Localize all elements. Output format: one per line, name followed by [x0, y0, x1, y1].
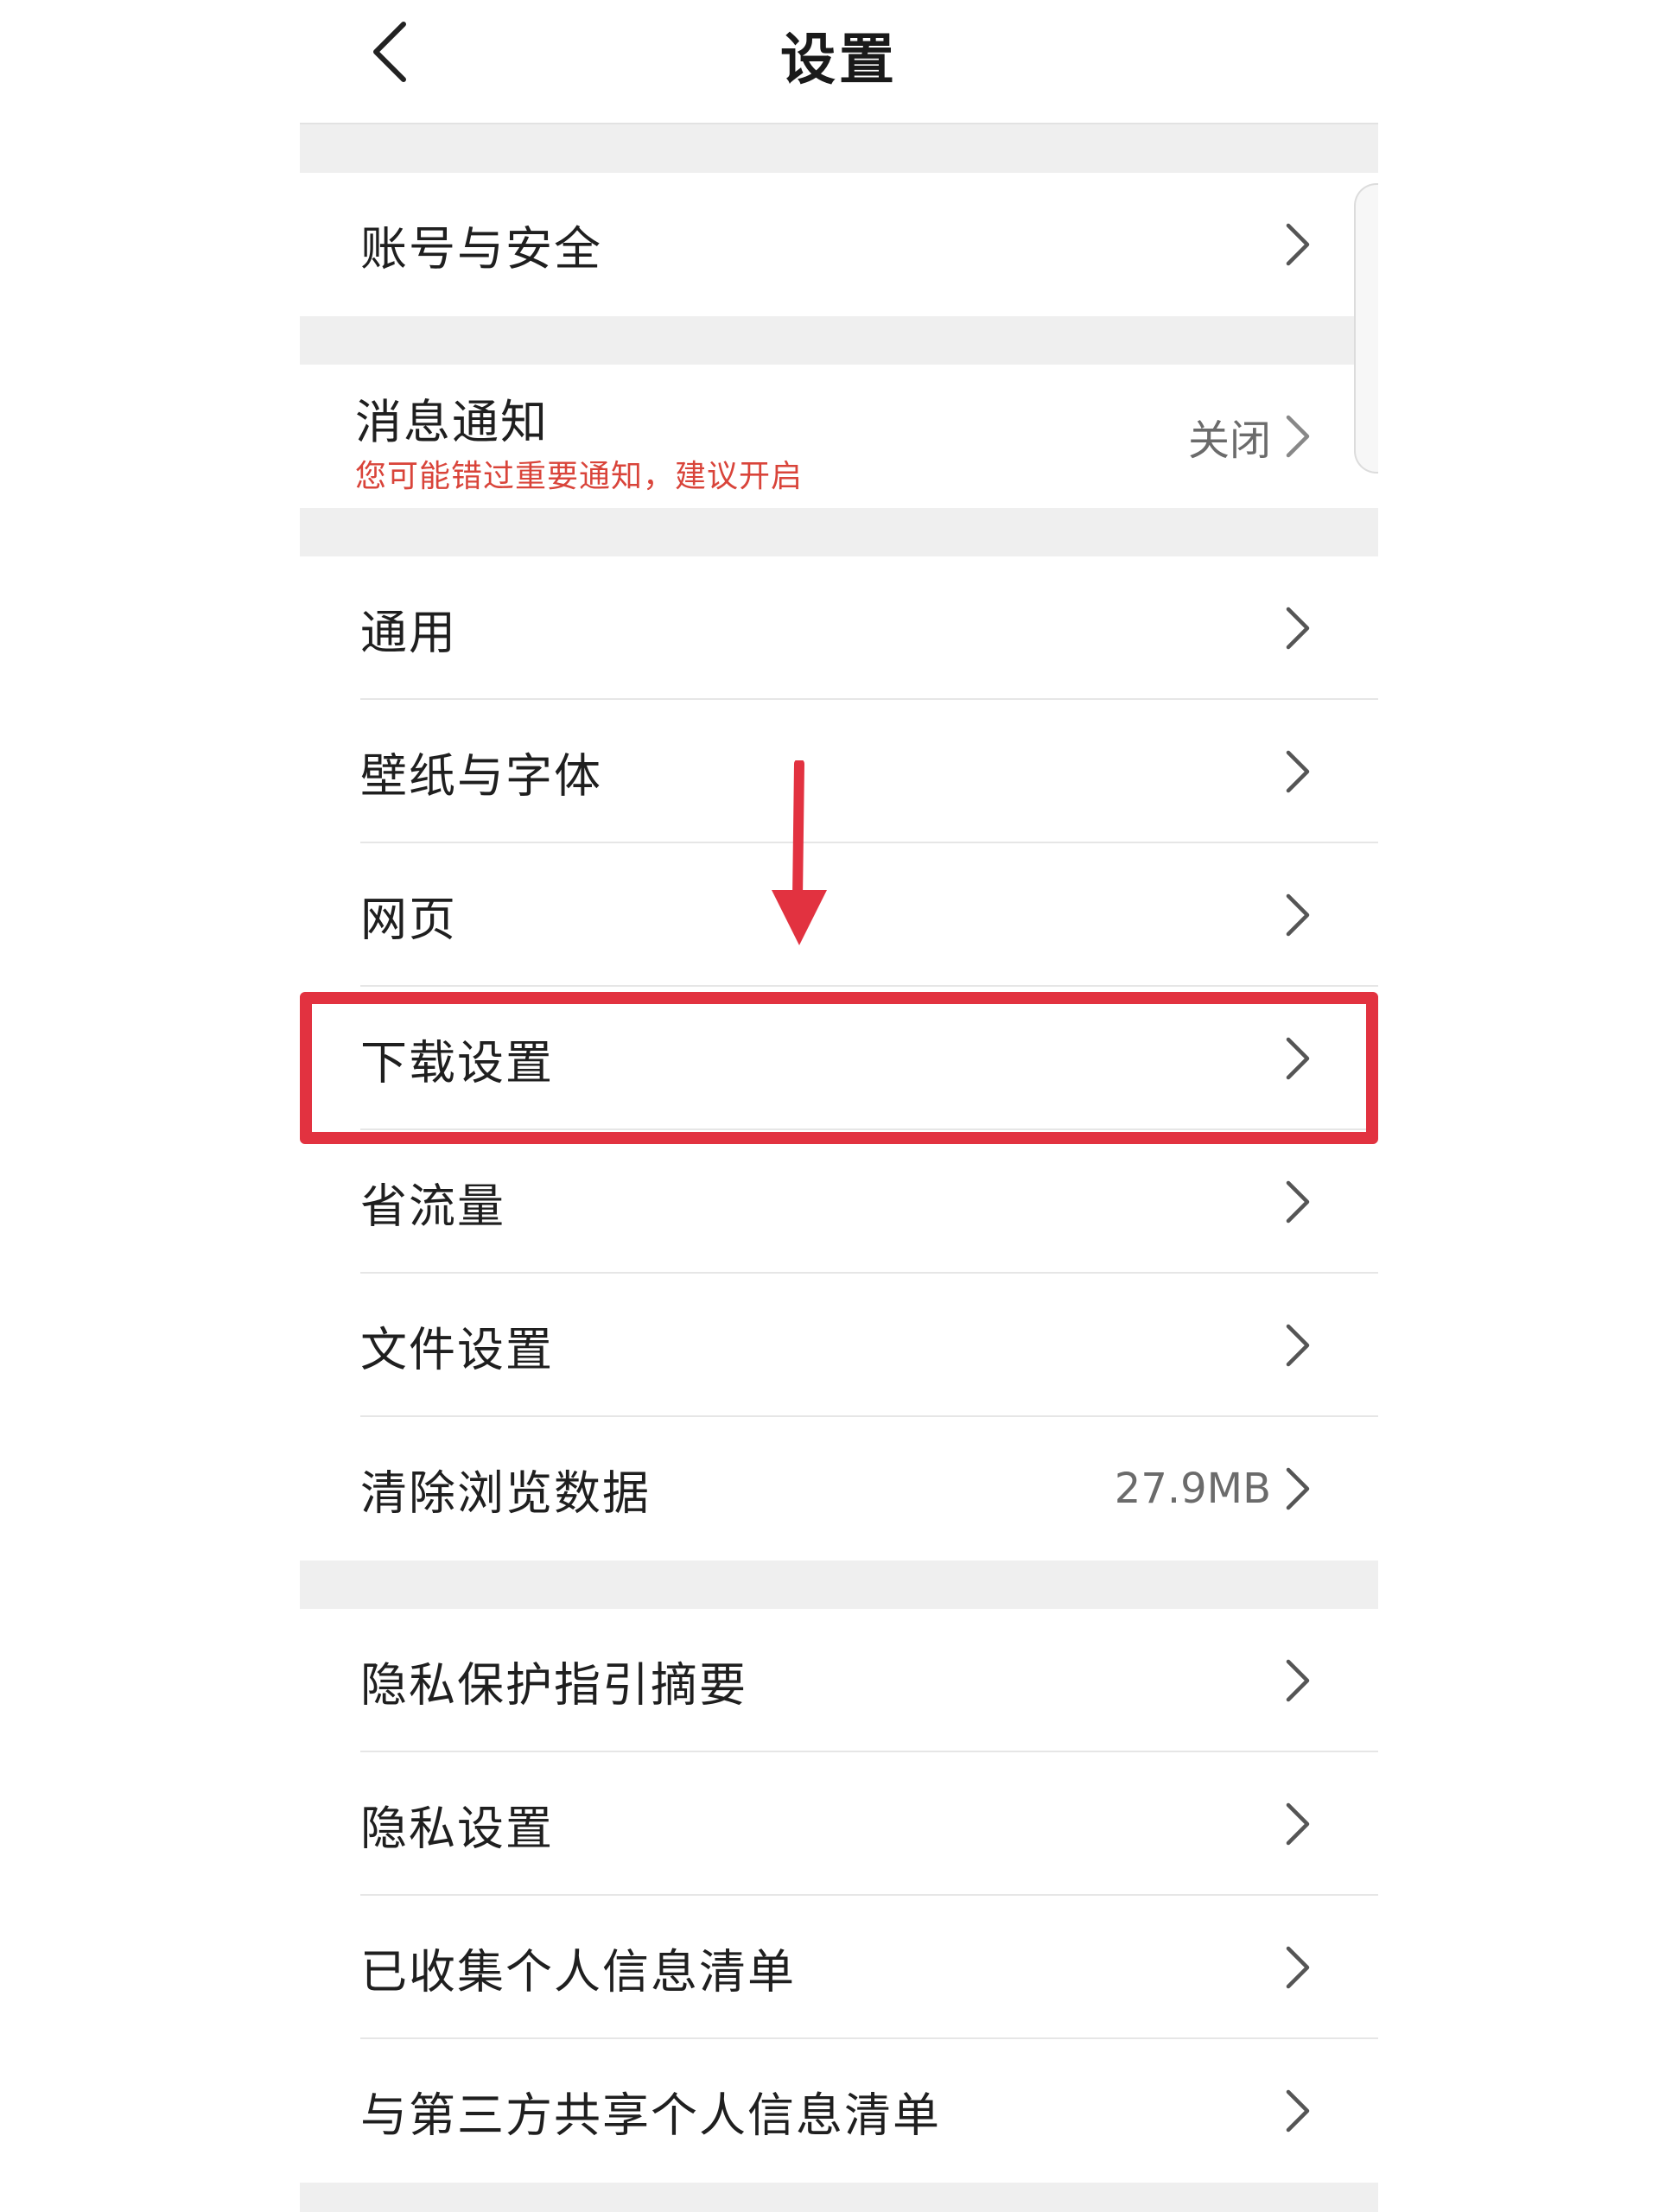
row-label: 与第三方共享个人信息清单	[360, 2088, 941, 2143]
section-gap	[300, 2183, 1378, 2212]
row-label: 隐私设置	[360, 1801, 554, 1856]
settings-row-general[interactable]: 通用	[300, 556, 1378, 700]
settings-row-data-saver[interactable]: 省流量	[300, 1130, 1378, 1274]
account-group: 账号与安全	[300, 173, 1378, 316]
chevron-right-icon	[1280, 2087, 1314, 2135]
row-label: 文件设置	[360, 1322, 554, 1377]
settings-row-privacy-summary[interactable]: 隐私保护指引摘要	[300, 1609, 1378, 1752]
section-gap	[300, 508, 1378, 556]
privacy-group: 隐私保护指引摘要 隐私设置 已收集个人信息清单 与第三方共享个人信息清单	[300, 1609, 1378, 2183]
cache-size-value: 27.9MB	[1114, 1465, 1271, 1513]
row-label: 下载设置	[360, 1035, 554, 1090]
row-label: 隐私保护指引摘要	[360, 1657, 747, 1713]
row-label: 网页	[360, 892, 457, 947]
chevron-right-icon	[1280, 1178, 1314, 1226]
chevron-right-icon	[1280, 1034, 1314, 1083]
settings-row-account-security[interactable]: 账号与安全	[300, 173, 1378, 316]
chevron-right-icon	[1280, 1656, 1314, 1705]
chevron-right-icon	[1280, 747, 1314, 796]
notification-warning-text: 您可能错过重要通知，建议开启	[355, 459, 804, 494]
chevron-right-icon	[1280, 220, 1314, 269]
side-drawer-handle[interactable]	[1354, 183, 1378, 474]
settings-row-download-settings[interactable]: 下载设置	[300, 987, 1378, 1130]
notification-status-value: 关闭	[1187, 416, 1271, 465]
settings-row-webpage[interactable]: 网页	[300, 843, 1378, 987]
header-bar: 设置	[300, 0, 1378, 124]
settings-row-third-party-sharing-list[interactable]: 与第三方共享个人信息清单	[300, 2039, 1378, 2183]
chevron-right-icon	[1280, 1465, 1314, 1513]
section-gap	[300, 316, 1378, 365]
settings-row-clear-browsing-data[interactable]: 清除浏览数据 27.9MB	[300, 1417, 1378, 1560]
chevron-right-icon	[1280, 891, 1314, 939]
chevron-right-icon	[1280, 604, 1314, 652]
section-gap	[300, 124, 1378, 173]
row-label: 已收集个人信息清单	[360, 1944, 796, 1999]
chevron-right-icon	[1280, 1943, 1314, 1992]
page-title: 设置	[780, 29, 898, 92]
settings-row-privacy-settings[interactable]: 隐私设置	[300, 1752, 1378, 1896]
row-label: 省流量	[360, 1179, 505, 1234]
row-label: 壁纸与字体	[360, 748, 602, 804]
settings-row-file-settings[interactable]: 文件设置	[300, 1274, 1378, 1417]
row-label: 通用	[360, 605, 457, 660]
settings-row-collected-info-list[interactable]: 已收集个人信息清单	[300, 1896, 1378, 2039]
notification-title: 消息通知	[355, 395, 549, 449]
chevron-right-icon	[1280, 412, 1314, 461]
row-label: 清除浏览数据	[360, 1465, 651, 1521]
row-label: 账号与安全	[360, 221, 602, 276]
settings-row-wallpaper-font[interactable]: 壁纸与字体	[300, 700, 1378, 843]
settings-row-notifications[interactable]: 消息通知 您可能错过重要通知，建议开启 关闭	[300, 365, 1378, 508]
notification-group: 消息通知 您可能错过重要通知，建议开启 关闭	[300, 365, 1378, 508]
settings-screen: 设置 账号与安全 消息通知 您可能错过重要通知，建议开启 关闭 通用 壁纸与字体…	[300, 0, 1378, 2212]
chevron-right-icon	[1280, 1800, 1314, 1848]
general-group: 通用 壁纸与字体 网页 下载设置 省流量 文件设置 清除浏览数据 27.9MB	[300, 556, 1378, 1560]
chevron-right-icon	[1280, 1321, 1314, 1370]
section-gap	[300, 1560, 1378, 1609]
